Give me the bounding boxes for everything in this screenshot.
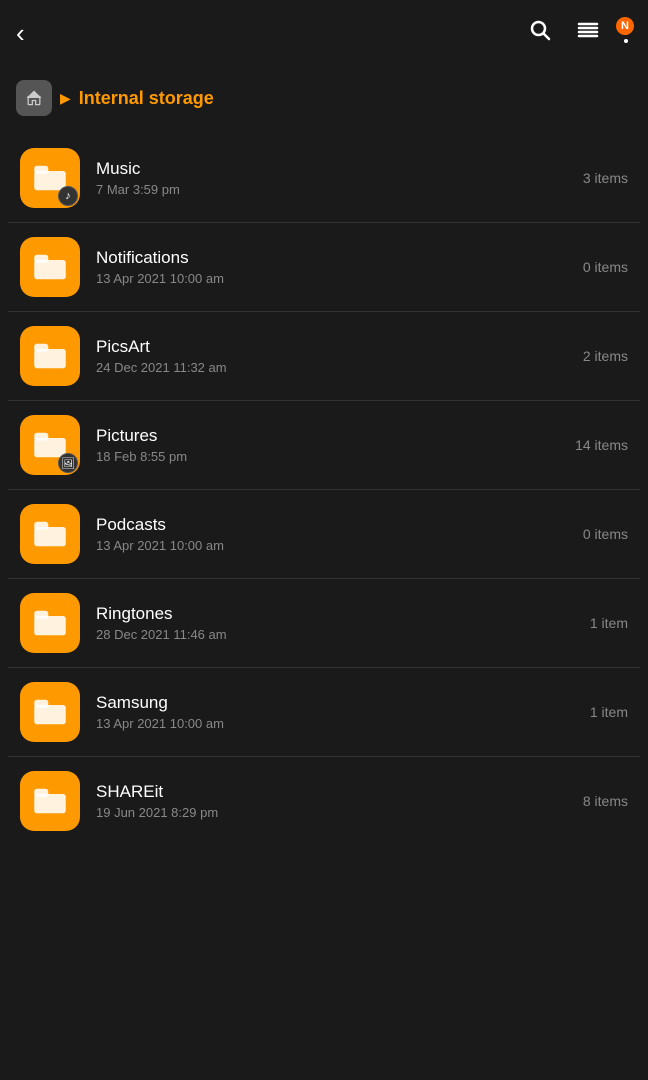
folder-item[interactable]: Samsung 13 Apr 2021 10:00 am 1 item — [8, 668, 640, 757]
folder-date: 13 Apr 2021 10:00 am — [96, 538, 571, 553]
folder-date: 18 Feb 8:55 pm — [96, 449, 563, 464]
back-button[interactable]: ‹ — [16, 20, 25, 46]
top-bar-left: ‹ — [16, 20, 25, 46]
home-icon — [24, 88, 44, 108]
top-bar-right: N — [528, 18, 628, 48]
folder-info: Podcasts 13 Apr 2021 10:00 am — [96, 515, 571, 553]
folder-sub-badge: ♪ — [58, 186, 78, 206]
folder-info: PicsArt 24 Dec 2021 11:32 am — [96, 337, 571, 375]
folder-icon-bg — [20, 326, 80, 386]
folder-icon-wrapper: ♪ — [20, 148, 80, 208]
folder-name: Notifications — [96, 248, 571, 268]
search-button[interactable] — [528, 18, 552, 48]
folder-name: Pictures — [96, 426, 563, 446]
folder-info: Ringtones 28 Dec 2021 11:46 am — [96, 604, 578, 642]
folder-count: 2 items — [583, 348, 628, 364]
folder-list: ♪ Music 7 Mar 3:59 pm 3 items Notifications 1… — [0, 134, 648, 845]
folder-icon-wrapper — [20, 771, 80, 831]
folder-icon-bg — [20, 771, 80, 831]
folder-info: Music 7 Mar 3:59 pm — [96, 159, 571, 197]
folder-count: 3 items — [583, 170, 628, 186]
folder-date: 13 Apr 2021 10:00 am — [96, 271, 571, 286]
folder-icon-bg — [20, 504, 80, 564]
folder-icon-wrapper — [20, 504, 80, 564]
folder-icon-wrapper: 🖼 — [20, 415, 80, 475]
folder-item[interactable]: ♪ Music 7 Mar 3:59 pm 3 items — [8, 134, 640, 223]
folder-count: 8 items — [583, 793, 628, 809]
more-button[interactable]: N — [624, 23, 628, 43]
notification-badge: N — [616, 17, 634, 35]
folder-icon-bg — [20, 237, 80, 297]
folder-icon-wrapper — [20, 237, 80, 297]
folder-item[interactable]: Notifications 13 Apr 2021 10:00 am 0 items — [8, 223, 640, 312]
folder-count: 1 item — [590, 704, 628, 720]
folder-icon-wrapper — [20, 682, 80, 742]
folder-shape-icon — [32, 698, 68, 726]
folder-date: 13 Apr 2021 10:00 am — [96, 716, 578, 731]
folder-icon-bg — [20, 593, 80, 653]
folder-name: Music — [96, 159, 571, 179]
folder-count: 1 item — [590, 615, 628, 631]
top-bar: ‹ N — [0, 0, 648, 66]
folder-date: 7 Mar 3:59 pm — [96, 182, 571, 197]
folder-date: 19 Jun 2021 8:29 pm — [96, 805, 571, 820]
folder-sub-badge: 🖼 — [58, 453, 78, 473]
folder-count: 0 items — [583, 526, 628, 542]
folder-shape-icon — [32, 253, 68, 281]
folder-count: 14 items — [575, 437, 628, 453]
folder-item[interactable]: Ringtones 28 Dec 2021 11:46 am 1 item — [8, 579, 640, 668]
folder-shape-icon — [32, 520, 68, 548]
folder-name: Podcasts — [96, 515, 571, 535]
folder-name: Samsung — [96, 693, 578, 713]
folder-item[interactable]: SHAREit 19 Jun 2021 8:29 pm 8 items — [8, 757, 640, 845]
folder-date: 24 Dec 2021 11:32 am — [96, 360, 571, 375]
folder-name: PicsArt — [96, 337, 571, 357]
list-view-icon — [576, 18, 600, 42]
folder-info: Samsung 13 Apr 2021 10:00 am — [96, 693, 578, 731]
search-icon — [528, 18, 552, 42]
folder-icon-bg — [20, 682, 80, 742]
folder-shape-icon — [32, 342, 68, 370]
folder-shape-icon — [32, 787, 68, 815]
folder-info: Pictures 18 Feb 8:55 pm — [96, 426, 563, 464]
folder-count: 0 items — [583, 259, 628, 275]
folder-info: SHAREit 19 Jun 2021 8:29 pm — [96, 782, 571, 820]
folder-date: 28 Dec 2021 11:46 am — [96, 627, 578, 642]
home-button[interactable] — [16, 80, 52, 116]
folder-icon-wrapper — [20, 593, 80, 653]
list-view-button[interactable] — [576, 18, 600, 48]
breadcrumb-label: Internal storage — [79, 88, 214, 109]
folder-info: Notifications 13 Apr 2021 10:00 am — [96, 248, 571, 286]
folder-item[interactable]: Podcasts 13 Apr 2021 10:00 am 0 items — [8, 490, 640, 579]
folder-shape-icon — [32, 609, 68, 637]
folder-icon-wrapper — [20, 326, 80, 386]
breadcrumb: ▶ Internal storage — [0, 66, 648, 134]
folder-item[interactable]: PicsArt 24 Dec 2021 11:32 am 2 items — [8, 312, 640, 401]
folder-item[interactable]: 🖼 Pictures 18 Feb 8:55 pm 14 items — [8, 401, 640, 490]
folder-name: Ringtones — [96, 604, 578, 624]
folder-name: SHAREit — [96, 782, 571, 802]
breadcrumb-arrow: ▶ — [60, 90, 71, 107]
